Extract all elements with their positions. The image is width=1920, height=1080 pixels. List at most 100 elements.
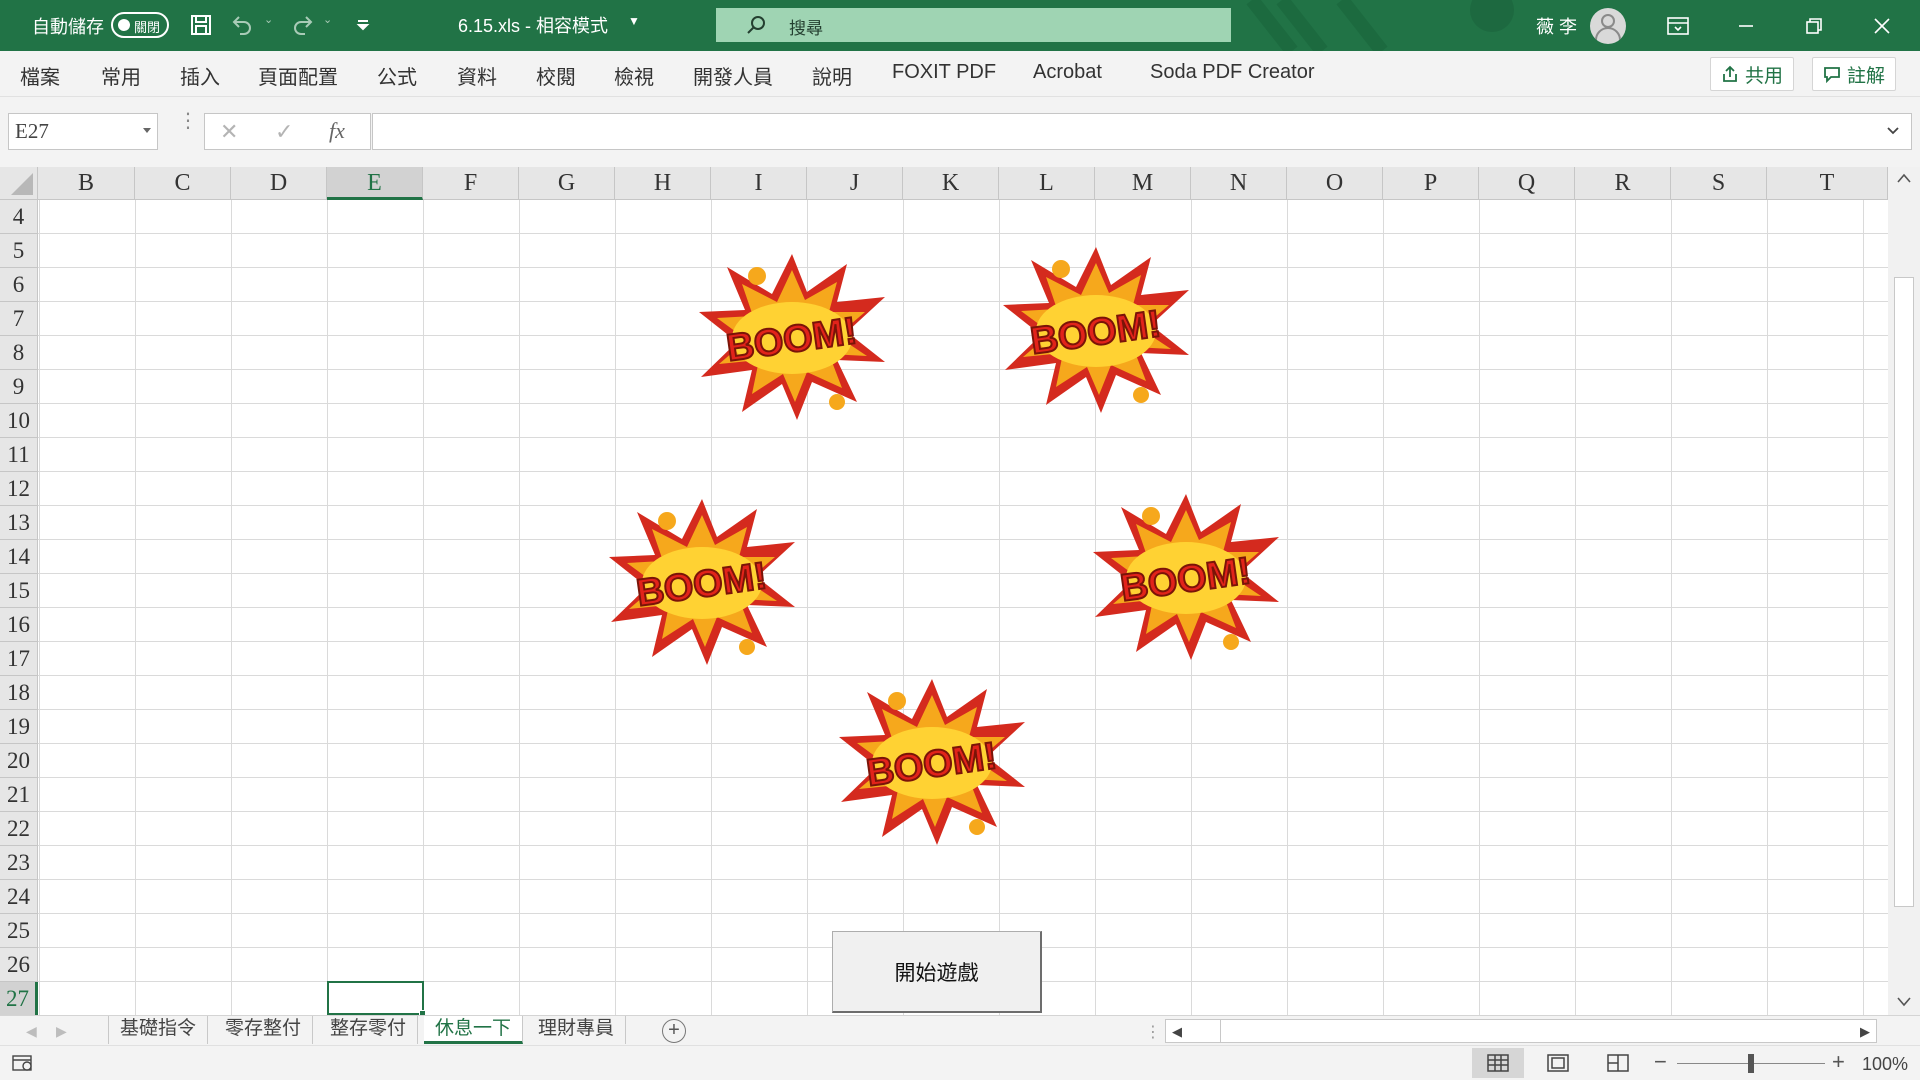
undo-dropdown-icon[interactable]: ⌄ [264, 13, 273, 26]
user-name[interactable]: 薇 李 [1536, 13, 1577, 39]
horizontal-scroll-thumb[interactable] [1220, 1020, 1221, 1042]
insert-function-icon[interactable]: fx [329, 118, 345, 144]
boom-image[interactable]: BOOM! [1091, 492, 1281, 662]
vertical-scroll-thumb[interactable] [1894, 277, 1914, 907]
minimize-icon[interactable] [1712, 0, 1780, 51]
row-header[interactable]: 10 [0, 404, 38, 438]
enter-icon[interactable]: ✓ [275, 119, 293, 145]
tab-file[interactable]: 檔案 [20, 61, 60, 90]
boom-image[interactable]: BOOM! [697, 252, 887, 422]
horizontal-scrollbar[interactable]: ◀ ▶ [1165, 1019, 1877, 1043]
row-header[interactable]: 6 [0, 268, 38, 302]
start-game-button[interactable]: 開始遊戲 [832, 931, 1042, 1013]
row-header[interactable]: 4 [0, 200, 38, 234]
zoom-slider-thumb[interactable] [1748, 1054, 1754, 1073]
row-header[interactable]: 25 [0, 914, 38, 948]
column-header[interactable]: J [807, 167, 903, 200]
column-header[interactable]: O [1287, 167, 1383, 200]
tab-developer[interactable]: 開發人員 [693, 61, 773, 90]
close-icon[interactable] [1848, 0, 1916, 51]
row-header[interactable]: 9 [0, 370, 38, 404]
tab-acrobat[interactable]: Acrobat [1033, 61, 1102, 84]
autosave-toggle[interactable]: 關閉 [111, 12, 169, 38]
row-header[interactable]: 14 [0, 540, 38, 574]
active-cell[interactable] [327, 981, 426, 1015]
column-header-selected[interactable]: E [327, 167, 423, 200]
save-icon[interactable] [188, 12, 214, 38]
tab-home[interactable]: 常用 [101, 61, 141, 90]
column-header[interactable]: D [231, 167, 327, 200]
cell-area[interactable] [38, 200, 1888, 1015]
boom-image[interactable]: BOOM! [1001, 245, 1191, 415]
avatar[interactable] [1590, 8, 1626, 44]
scroll-down-icon[interactable] [1897, 997, 1911, 1007]
page-layout-view-icon[interactable] [1532, 1048, 1584, 1078]
scroll-up-icon[interactable] [1897, 173, 1911, 183]
column-header[interactable]: T [1767, 167, 1888, 200]
next-sheet-icon[interactable]: ▶ [56, 1023, 67, 1040]
sheet-tab[interactable]: 零存整付 [214, 1016, 314, 1044]
select-all-button[interactable] [0, 167, 38, 200]
row-header[interactable]: 23 [0, 846, 38, 880]
row-header[interactable]: 20 [0, 744, 38, 778]
column-header[interactable]: C [135, 167, 231, 200]
redo-dropdown-icon[interactable]: ⌄ [323, 13, 332, 26]
column-header[interactable]: H [615, 167, 711, 200]
name-box-dropdown-icon[interactable] [143, 128, 151, 133]
tab-data[interactable]: 資料 [457, 61, 497, 90]
column-header[interactable]: S [1671, 167, 1767, 200]
column-header[interactable]: K [903, 167, 999, 200]
boom-image[interactable]: BOOM! [837, 677, 1027, 847]
scroll-right-icon[interactable]: ▶ [1860, 1024, 1870, 1040]
vertical-scrollbar[interactable] [1888, 167, 1920, 1015]
tab-split-handle[interactable]: ⋮ [1145, 1022, 1161, 1042]
zoom-in-button[interactable]: + [1832, 1049, 1845, 1075]
row-header[interactable]: 24 [0, 880, 38, 914]
zoom-out-button[interactable]: − [1654, 1049, 1667, 1075]
tab-foxit-pdf[interactable]: FOXIT PDF [892, 61, 996, 84]
column-header[interactable]: F [423, 167, 519, 200]
row-header[interactable]: 21 [0, 778, 38, 812]
ribbon-display-icon[interactable] [1644, 0, 1712, 51]
name-box[interactable]: E27 [8, 113, 158, 150]
search-box[interactable]: 搜尋 [716, 8, 1231, 42]
tab-formulas[interactable]: 公式 [377, 61, 417, 90]
row-header[interactable]: 26 [0, 948, 38, 982]
customize-qat-icon[interactable] [350, 12, 376, 38]
prev-sheet-icon[interactable]: ◀ [26, 1023, 37, 1040]
page-break-view-icon[interactable] [1592, 1048, 1644, 1078]
comments-button[interactable]: 註解 [1812, 57, 1897, 91]
row-header[interactable]: 8 [0, 336, 38, 370]
column-header[interactable]: M [1095, 167, 1191, 200]
sheet-tab[interactable]: 基礎指令 [109, 1016, 209, 1044]
tab-insert[interactable]: 插入 [180, 61, 220, 90]
tab-view[interactable]: 檢視 [614, 61, 654, 90]
row-header[interactable]: 18 [0, 676, 38, 710]
row-header-selected[interactable]: 27 [0, 982, 38, 1015]
column-header[interactable]: P [1383, 167, 1479, 200]
sheet-tab-active[interactable]: 休息一下 [424, 1016, 524, 1044]
row-header[interactable]: 22 [0, 812, 38, 846]
redo-icon[interactable] [290, 12, 316, 38]
scroll-left-icon[interactable]: ◀ [1172, 1024, 1182, 1040]
row-header[interactable]: 19 [0, 710, 38, 744]
cancel-icon[interactable]: ✕ [220, 119, 238, 145]
column-header[interactable]: I [711, 167, 807, 200]
row-header[interactable]: 5 [0, 234, 38, 268]
zoom-level[interactable]: 100% [1862, 1054, 1908, 1075]
tab-review[interactable]: 校閱 [536, 61, 576, 90]
restore-icon[interactable] [1780, 0, 1848, 51]
tab-help[interactable]: 說明 [812, 61, 852, 90]
column-header[interactable]: N [1191, 167, 1287, 200]
column-header[interactable]: G [519, 167, 615, 200]
column-header[interactable]: R [1575, 167, 1671, 200]
accessibility-icon[interactable] [12, 1054, 34, 1072]
row-header[interactable]: 16 [0, 608, 38, 642]
sheet-tab[interactable]: 理財專員 [527, 1016, 627, 1044]
boom-image[interactable]: BOOM! [607, 497, 797, 667]
row-header[interactable]: 17 [0, 642, 38, 676]
undo-icon[interactable] [229, 12, 255, 38]
column-header[interactable]: B [38, 167, 135, 200]
expand-formula-bar-icon[interactable] [1885, 123, 1901, 139]
tab-page-layout[interactable]: 頁面配置 [258, 61, 338, 90]
